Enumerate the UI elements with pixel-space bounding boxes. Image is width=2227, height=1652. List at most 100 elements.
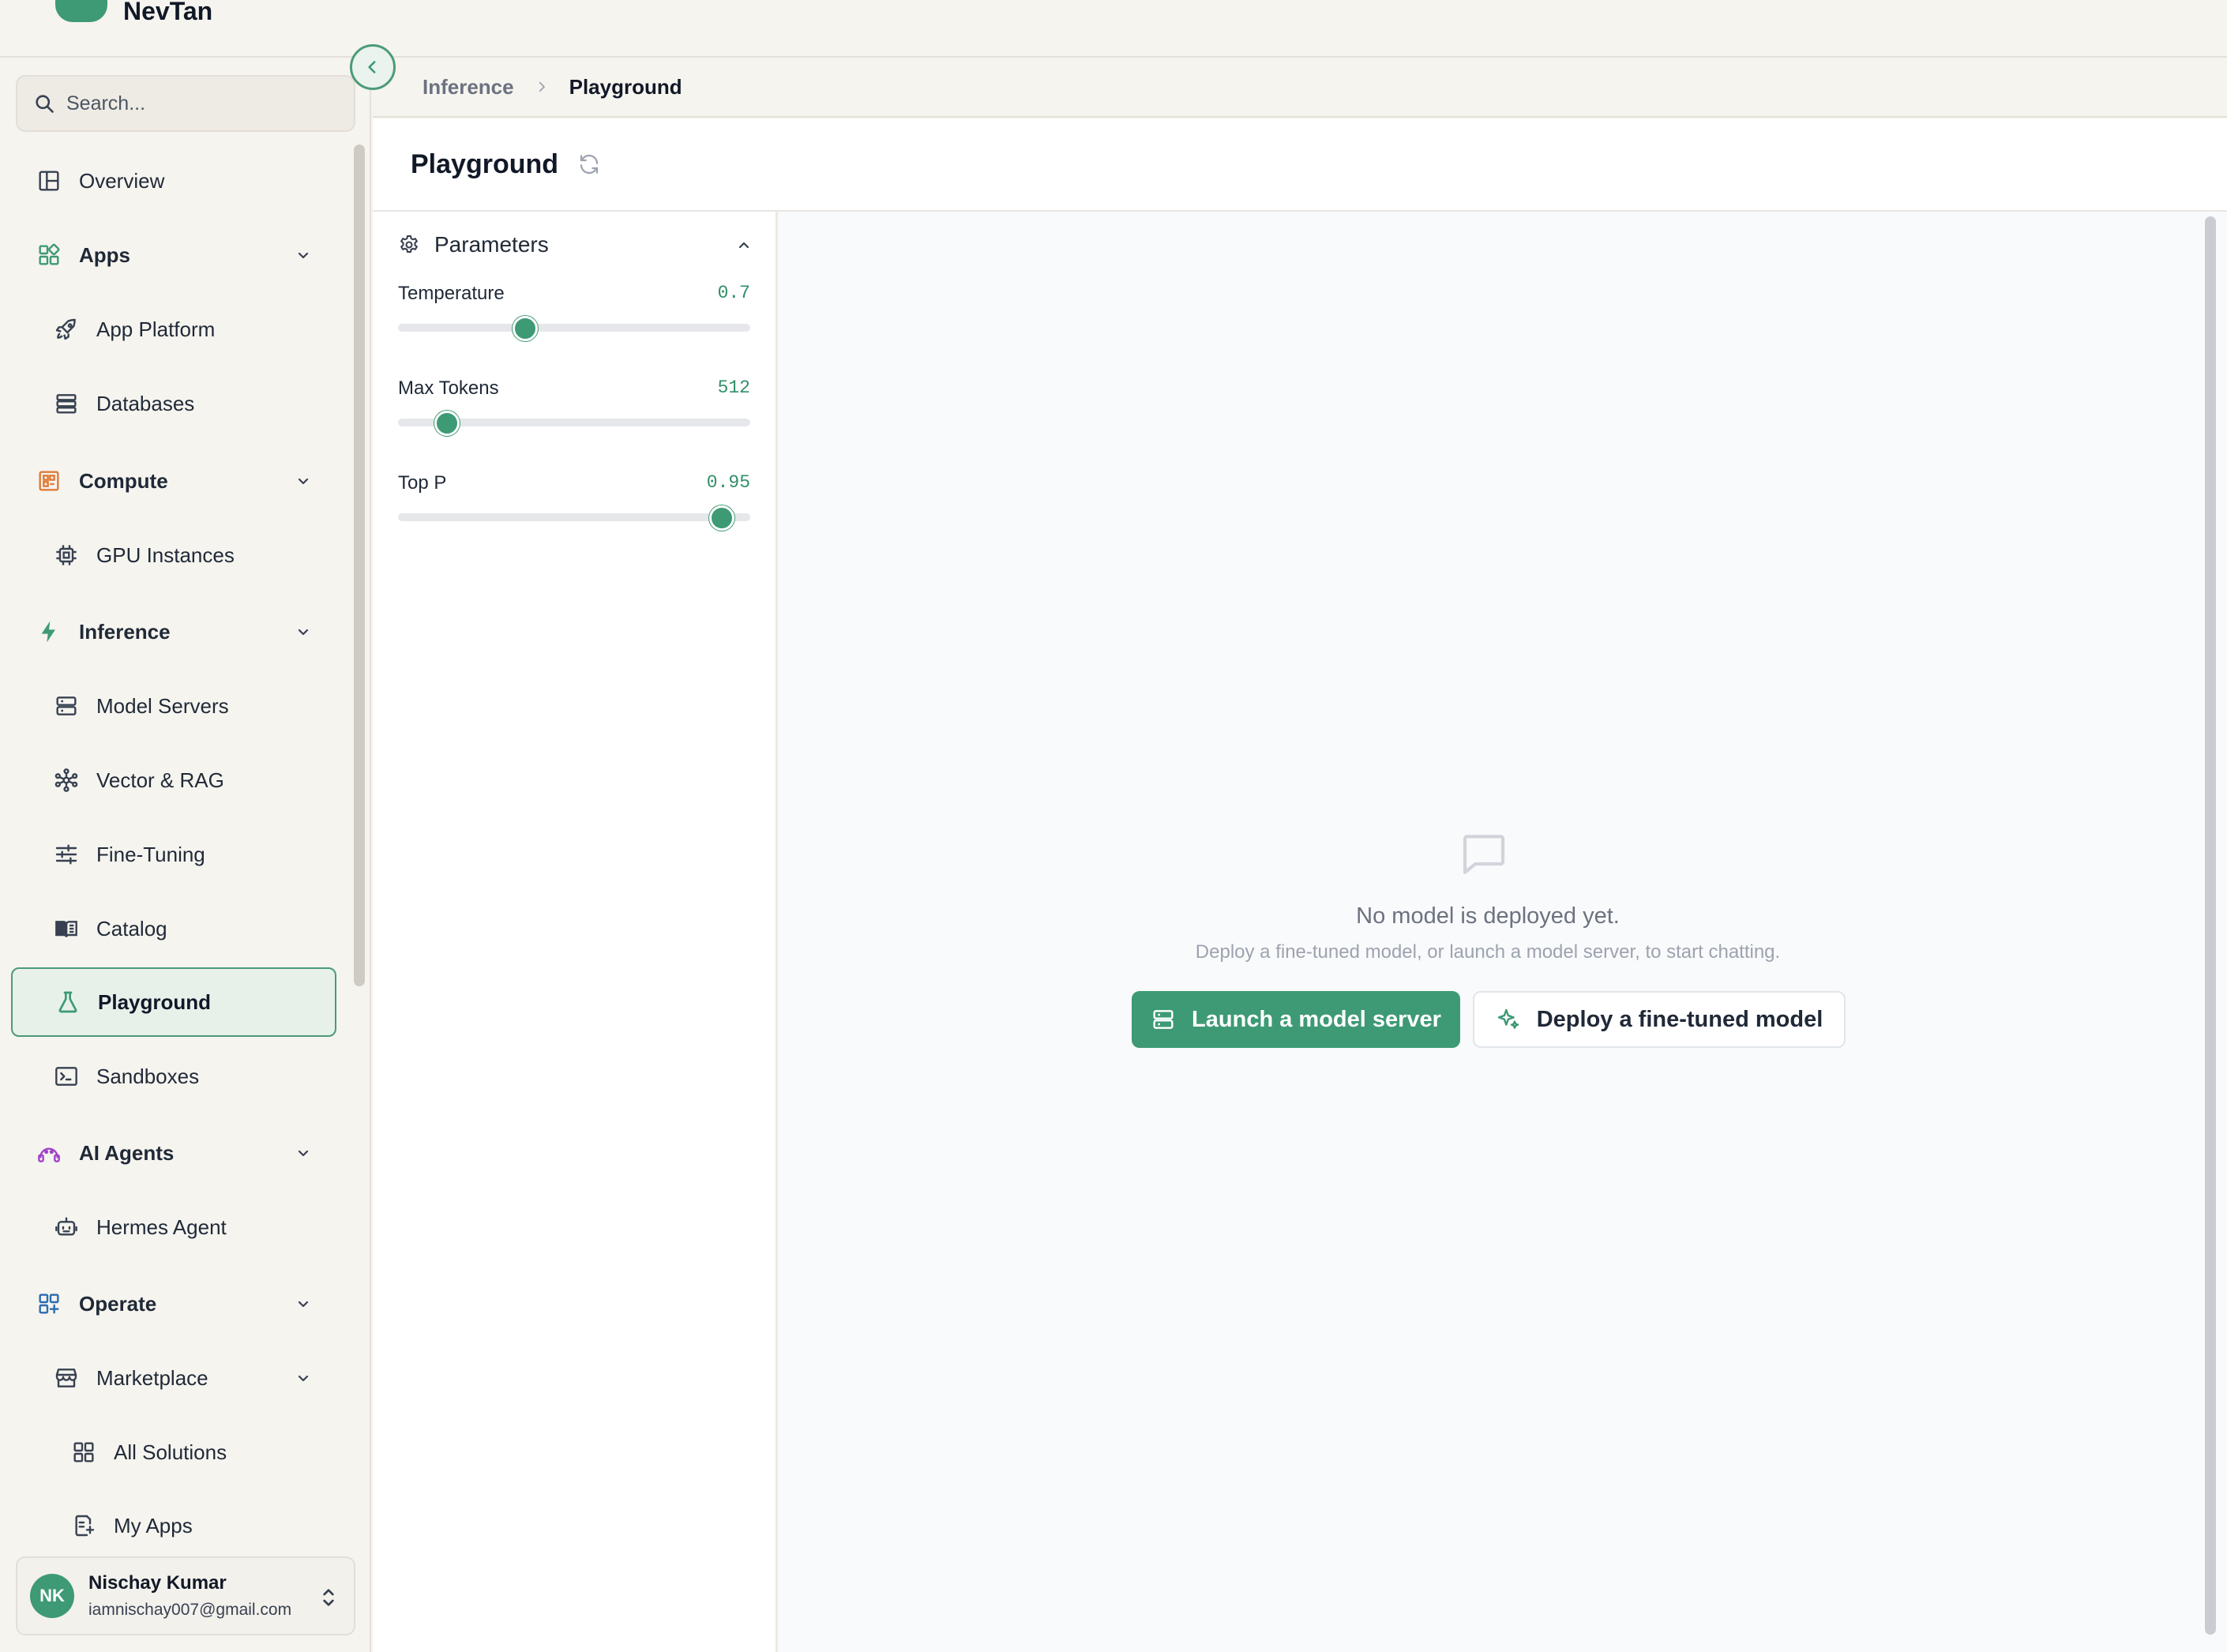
empty-state-subtitle: Deploy a fine-tuned model, or launch a m…: [1195, 941, 1781, 963]
agent-icon: [36, 1140, 62, 1166]
temperature-slider-thumb[interactable]: [512, 316, 538, 341]
max-tokens-value: 512: [717, 377, 750, 398]
lightning-icon: [36, 619, 62, 644]
sidebar-item-marketplace[interactable]: Marketplace: [11, 1343, 336, 1413]
grid-plus-icon: [36, 1291, 62, 1316]
sidebar-item-label: All Solutions: [114, 1440, 227, 1464]
breadcrumb-inference[interactable]: Inference: [422, 75, 514, 99]
chevron-left-icon: [368, 61, 376, 73]
sidebar-item-playground[interactable]: Playground: [11, 967, 336, 1037]
sidebar-item-app-platform[interactable]: App Platform: [11, 295, 336, 364]
max-tokens-param: Max Tokens 512: [398, 377, 750, 456]
top-p-value: 0.95: [706, 472, 750, 493]
sidebar-item-apps[interactable]: Apps: [11, 220, 336, 290]
max-tokens-label: Max Tokens: [398, 377, 499, 399]
sidebar-item-sandboxes[interactable]: Sandboxes: [11, 1042, 336, 1111]
sidebar-scrollbar[interactable]: [354, 145, 365, 986]
grid-icon: [71, 1440, 96, 1465]
deploy-fine-tuned-model-label: Deploy a fine-tuned model: [1536, 1006, 1823, 1032]
chat-scrollbar[interactable]: [2205, 216, 2216, 1635]
brand-name[interactable]: NevTan: [123, 0, 212, 27]
collapse-sidebar-button[interactable]: [350, 44, 396, 90]
sidebar-item-label: AI Agents: [79, 1140, 175, 1165]
bot-icon: [54, 1215, 79, 1240]
sidebar-item-operate[interactable]: Operate: [11, 1269, 336, 1338]
sidebar-item-fine-tuning[interactable]: Fine-Tuning: [11, 820, 336, 889]
app-file-icon: [71, 1513, 96, 1538]
sidebar-item-label: Playground: [98, 989, 212, 1014]
sidebar-item-label: Marketplace: [96, 1365, 208, 1390]
message-square-icon: [1463, 835, 1505, 874]
page-title: Playground: [411, 148, 559, 179]
sidebar-item-label: Sandboxes: [96, 1064, 200, 1088]
chevron-down-icon[interactable]: [294, 622, 313, 641]
chevron-down-icon[interactable]: [294, 471, 313, 490]
user-name: Nischay Kumar: [88, 1572, 227, 1594]
chevron-down-icon[interactable]: [294, 1143, 313, 1162]
sidebar-item-gpu-instances[interactable]: GPU Instances: [11, 520, 336, 590]
sidebar-item-compute[interactable]: Compute: [11, 446, 336, 516]
chevron-down-icon[interactable]: [294, 1294, 313, 1313]
search-input[interactable]: [66, 92, 335, 115]
user-menu[interactable]: NK Nischay Kumar iamnischay007@gmail.com: [16, 1556, 355, 1635]
chevron-down-icon[interactable]: [294, 1369, 313, 1387]
server-icon: [1153, 1010, 1174, 1029]
top-p-slider-track[interactable]: [398, 513, 750, 521]
rocket-icon: [54, 317, 79, 342]
deploy-fine-tuned-model-button[interactable]: Deploy a fine-tuned model: [1473, 991, 1846, 1048]
refresh-icon[interactable]: [577, 152, 601, 176]
sidebar: Overview Apps App Platform Databases Com…: [0, 58, 371, 1652]
brand-logo-icon[interactable]: [55, 0, 107, 22]
parameters-title: Parameters: [434, 232, 549, 257]
gear-icon: [400, 235, 418, 253]
launch-model-server-label: Launch a model server: [1192, 1006, 1441, 1032]
sidebar-item-model-servers[interactable]: Model Servers: [11, 671, 336, 741]
user-meta: Nischay Kumar iamnischay007@gmail.com: [88, 1572, 291, 1620]
sidebar-item-my-apps[interactable]: My Apps: [11, 1491, 336, 1544]
parameters-header[interactable]: Parameters: [398, 229, 753, 261]
compute-icon: [36, 468, 62, 494]
sidebar-item-label: Compute: [79, 468, 168, 493]
temperature-slider-track[interactable]: [398, 324, 750, 332]
sidebar-item-label: Catalog: [96, 916, 167, 941]
sidebar-item-label: Apps: [79, 242, 130, 267]
empty-state-title: No model is deployed yet.: [1356, 903, 1620, 929]
chevron-up-icon[interactable]: [734, 235, 753, 254]
chevron-down-icon[interactable]: [294, 246, 313, 265]
breadcrumb-current: Playground: [569, 74, 682, 99]
breadcrumb: Inference Playground: [373, 58, 2227, 118]
search-box[interactable]: [16, 75, 355, 132]
sidebar-item-vector-rag[interactable]: Vector & RAG: [11, 745, 336, 815]
store-icon: [54, 1365, 79, 1391]
book-icon: [54, 916, 79, 941]
sidebar-item-databases[interactable]: Databases: [11, 369, 336, 438]
sparkles-icon: [1497, 1008, 1519, 1029]
network-icon: [54, 768, 79, 793]
server-icon: [54, 693, 79, 719]
sidebar-item-catalog[interactable]: Catalog: [11, 894, 336, 963]
sidebar-item-label: Fine-Tuning: [96, 842, 205, 866]
sidebar-item-overview[interactable]: Overview: [11, 146, 336, 216]
search-icon: [36, 95, 54, 113]
chevron-up-down-icon[interactable]: [319, 1585, 338, 1610]
sidebar-item-hermes-agent[interactable]: Hermes Agent: [11, 1192, 336, 1262]
terminal-icon: [54, 1064, 79, 1089]
chat-area: No model is deployed yet. Deploy a fine-…: [779, 212, 2227, 1652]
max-tokens-slider-thumb[interactable]: [434, 411, 460, 436]
sidebar-item-ai-agents[interactable]: AI Agents: [11, 1118, 336, 1188]
launch-model-server-button[interactable]: Launch a model server: [1132, 991, 1460, 1048]
layout-icon: [36, 168, 62, 193]
chevron-right-icon: [539, 81, 545, 92]
sidebar-item-label: Vector & RAG: [96, 768, 224, 792]
sidebar-item-all-solutions[interactable]: All Solutions: [11, 1417, 336, 1487]
sidebar-item-label: App Platform: [96, 317, 216, 341]
top-p-slider-thumb[interactable]: [709, 505, 735, 531]
sidebar-item-label: Databases: [96, 391, 195, 415]
parameters-panel: Parameters Temperature 0.7 Max Tokens 51…: [373, 212, 777, 1652]
user-email: iamnischay007@gmail.com: [88, 1601, 292, 1619]
top-bar: NevTan: [0, 0, 2227, 58]
page-header: Playground: [373, 118, 2227, 212]
sidebar-item-inference[interactable]: Inference: [11, 597, 336, 666]
avatar: NK: [30, 1574, 74, 1618]
database-icon: [54, 391, 79, 416]
